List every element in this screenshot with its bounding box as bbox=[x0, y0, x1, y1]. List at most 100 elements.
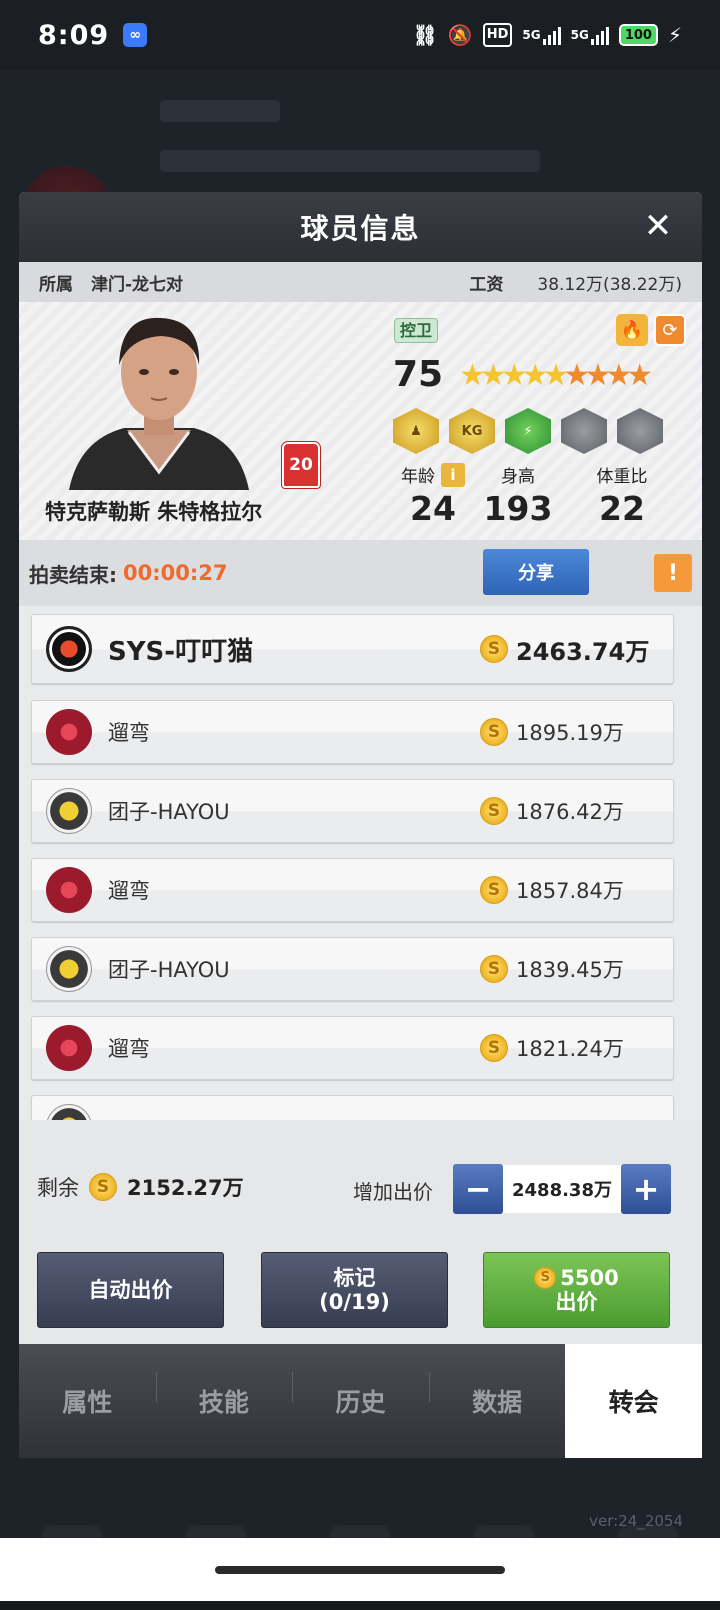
hd-icon: HD bbox=[482, 23, 513, 47]
mark-button[interactable]: 标记 (0/19) bbox=[261, 1252, 448, 1328]
height-value: 193 bbox=[483, 489, 553, 528]
bid-controls: 剩余 S 2152.27万 增加出价 − 2488.38万 + 自动出价 标记 … bbox=[19, 1134, 702, 1344]
weight-stat: 体重比 22 bbox=[587, 462, 657, 528]
modal-header: 球员信息 ✕ bbox=[19, 192, 702, 262]
coin-icon: S bbox=[480, 876, 508, 904]
tab-history[interactable]: 历史 bbox=[292, 1344, 429, 1458]
star-icon: ★ bbox=[563, 358, 591, 393]
coin-icon: S bbox=[89, 1173, 117, 1201]
team-label: 所属 bbox=[39, 274, 73, 295]
auto-bid-button[interactable]: 自动出价 bbox=[37, 1252, 224, 1328]
signal-icon-1: 5G bbox=[522, 23, 561, 47]
bid-amount: S 1895.19万 bbox=[480, 717, 624, 747]
fire-icon[interactable]: 🔥 bbox=[616, 314, 648, 346]
tab-data[interactable]: 数据 bbox=[428, 1344, 566, 1458]
tab-bar: 属性 技能 历史 数据 转会 bbox=[19, 1344, 702, 1458]
close-icon[interactable]: ✕ bbox=[640, 208, 676, 244]
tab-attributes[interactable]: 属性 bbox=[19, 1344, 156, 1458]
bid-row-partial bbox=[31, 1095, 674, 1120]
app-notification-icon: ∞ bbox=[123, 23, 148, 47]
green-skill-icon[interactable]: ⚡ bbox=[505, 408, 551, 454]
bid-row: 团子-HAYOU S 1839.45万 bbox=[31, 937, 674, 1001]
coin-icon: S bbox=[480, 797, 508, 825]
warning-icon[interactable]: ! bbox=[654, 554, 692, 592]
bidder-name: 遛弯 bbox=[108, 879, 150, 903]
team-logo bbox=[46, 1104, 92, 1120]
tab-skills[interactable]: 技能 bbox=[155, 1344, 293, 1458]
increase-bid-button[interactable]: + bbox=[621, 1164, 671, 1214]
bidder-name: 遛弯 bbox=[108, 1037, 150, 1061]
bid-amount: S 1821.24万 bbox=[480, 1033, 624, 1063]
coin-icon: S bbox=[480, 1034, 508, 1062]
star-icon: ★ bbox=[521, 358, 549, 393]
bidder-name: SYS-叮叮猫 bbox=[108, 636, 254, 667]
player-info-modal: 球员信息 ✕ 所属 津门-龙七对 工资 38.12万(38.22万) 20 特克… bbox=[19, 192, 702, 1458]
bid-row: SYS-叮叮猫 S 2463.74万 bbox=[31, 614, 674, 684]
salary-value: 38.12万(38.22万) bbox=[537, 274, 682, 295]
bid-row: 团子-HAYOU S 1876.42万 bbox=[31, 779, 674, 843]
signal-icon-2: 5G bbox=[571, 23, 609, 47]
remain-value: 2152.27万 bbox=[127, 1176, 244, 1200]
star-icon: ★ bbox=[542, 358, 570, 393]
weight-value: 22 bbox=[599, 489, 645, 528]
bid-amount: S 1857.84万 bbox=[480, 875, 624, 905]
swap-icon[interactable]: ⟳ bbox=[654, 314, 686, 346]
version-label: ver:24_2054 bbox=[589, 1512, 683, 1530]
coin-icon: S bbox=[480, 955, 508, 983]
player-top-icons: 🔥 ⟳ bbox=[616, 314, 686, 346]
age-stat: 年龄 i 24 bbox=[393, 462, 473, 528]
team-logo bbox=[46, 1025, 92, 1071]
player-skill-icon[interactable]: ♟ bbox=[393, 408, 439, 454]
tab-transfer[interactable]: 转会 bbox=[565, 1344, 702, 1458]
team-row: 所属 津门-龙七对 工资 38.12万(38.22万) bbox=[19, 262, 702, 302]
remaining-balance: 剩余 S 2152.27万 bbox=[37, 1172, 244, 1202]
locked-skill-icon[interactable] bbox=[561, 408, 607, 454]
player-name: 特克萨勒斯 朱特格拉尔 bbox=[45, 500, 263, 524]
info-icon[interactable]: i bbox=[441, 462, 465, 487]
locked-skill-icon[interactable] bbox=[617, 408, 663, 454]
status-icons: ⛓ 🔕 HD 5G 5G 100 ⚡ bbox=[412, 23, 682, 47]
modal-title: 球员信息 bbox=[300, 212, 421, 245]
star-icon: ★ bbox=[479, 358, 507, 393]
position-badge: 控卫 bbox=[394, 318, 439, 343]
link-icon: ⛓ bbox=[412, 23, 438, 47]
mute-icon: 🔕 bbox=[447, 23, 473, 47]
age-value: 24 bbox=[410, 489, 456, 528]
raise-stepper: − 2488.38万 + bbox=[453, 1164, 671, 1214]
bid-amount: S 1839.45万 bbox=[480, 954, 624, 984]
star-icon: ★ bbox=[605, 358, 632, 393]
star-icon: ★ bbox=[500, 358, 528, 393]
weight-label: 体重比 bbox=[596, 467, 648, 487]
status-bar: 8:09 ∞ ⛓ 🔕 HD 5G 5G 100 ⚡ bbox=[0, 0, 720, 70]
team-logo bbox=[46, 626, 92, 672]
battery-icon: 100 bbox=[618, 24, 658, 46]
height-stat: 身高 193 bbox=[483, 462, 553, 528]
team-logo bbox=[46, 946, 92, 992]
star-icon: ★ bbox=[459, 358, 486, 393]
kg-skill-icon[interactable]: KG bbox=[449, 408, 495, 454]
skill-badges: ♟ KG ⚡ bbox=[393, 408, 663, 454]
decrease-bid-button[interactable]: − bbox=[453, 1164, 503, 1214]
bidder-name: 团子-HAYOU bbox=[108, 958, 230, 982]
team-logo bbox=[46, 867, 92, 913]
player-portrait bbox=[69, 317, 249, 490]
clock: 8:09 bbox=[38, 19, 110, 51]
player-card: 20 特克萨勒斯 朱特格拉尔 控卫 75 ★ ★ ★ ★ ★ ★ ★ ★ ★ 🔥… bbox=[19, 302, 702, 540]
remain-label: 剩余 bbox=[37, 1176, 79, 1200]
coin-icon: S bbox=[534, 1267, 557, 1289]
bid-row: 遛弯 S 1857.84万 bbox=[31, 858, 674, 922]
share-button[interactable]: 分享 bbox=[483, 549, 589, 595]
home-indicator[interactable] bbox=[0, 1538, 720, 1601]
bid-row: 遛弯 S 1821.24万 bbox=[31, 1016, 674, 1080]
place-bid-button[interactable]: S 5500 出价 bbox=[483, 1252, 670, 1328]
salary-label: 工资 bbox=[469, 274, 504, 295]
auction-end-label: 拍卖结束: bbox=[29, 562, 117, 587]
coin-icon: S bbox=[480, 635, 508, 663]
team-logo bbox=[46, 709, 92, 755]
coin-icon: S bbox=[480, 718, 508, 746]
bid-list[interactable]: SYS-叮叮猫 S 2463.74万 遛弯 S 1895.19万 团子-HAYOU … bbox=[19, 606, 702, 1120]
age-label: 年龄 bbox=[401, 467, 435, 487]
star-rating: ★ ★ ★ ★ ★ ★ ★ ★ ★ bbox=[459, 358, 653, 393]
raise-amount-field[interactable]: 2488.38万 bbox=[503, 1165, 621, 1213]
star-icon: ★ bbox=[584, 358, 611, 393]
